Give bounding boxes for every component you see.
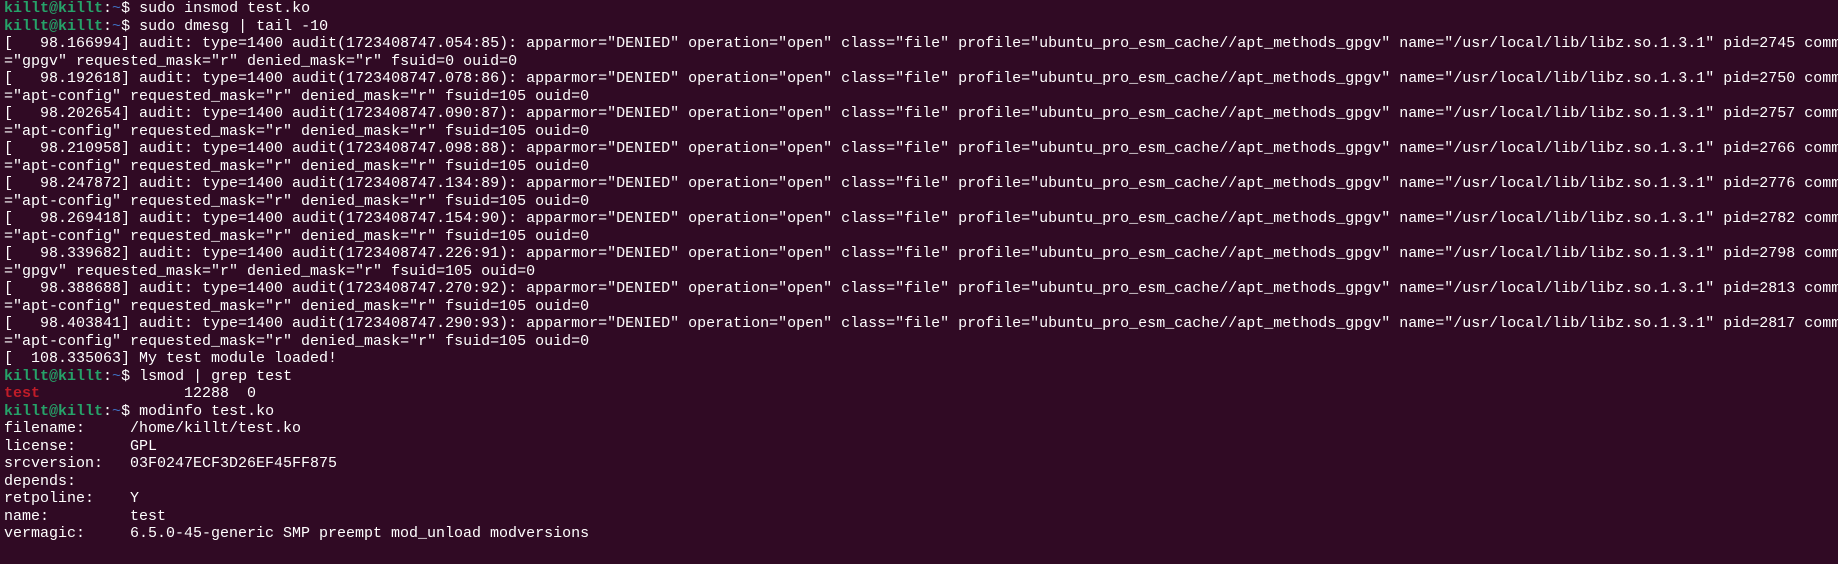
prompt-user-host: killt@killt (4, 367, 104, 385)
log-text: [ 98.166994] audit: type=1400 audit(1723… (4, 35, 1841, 52)
prompt-path: ~ (112, 367, 122, 385)
module-size-usage: 12288 0 (40, 385, 257, 402)
output-line: [ 98.166994] audit: type=1400 audit(1723… (4, 35, 1841, 53)
modinfo-field: name: test (4, 508, 1838, 526)
terminal-output[interactable]: killt@killt:~$ sudo insmod test.ko killt@… (4, 0, 1841, 543)
modinfo-field: filename: /home/killt/test.ko (4, 420, 1838, 438)
log-text: ="apt-config" requested_mask="r" denied_… (4, 297, 590, 315)
prompt-separator: : (103, 402, 113, 420)
prompt-separator: : (103, 367, 113, 385)
output-line: ="gpgv" requested_mask="r" denied_mask="… (4, 263, 1838, 281)
command-text: sudo dmesg | tail -10 (139, 17, 329, 35)
output-line: [ 98.403841] audit: type=1400 audit(1723… (4, 315, 1841, 333)
log-text: ="apt-config" requested_mask="r" denied_… (4, 227, 590, 245)
command-text: modinfo test.ko (139, 402, 275, 420)
log-text: [ 98.388688] audit: type=1400 audit(1723… (4, 280, 1841, 297)
field-key: vermagic: (4, 525, 86, 542)
output-line: [ 98.247872] audit: type=1400 audit(1723… (4, 175, 1841, 193)
field-key: name: (4, 507, 50, 525)
modinfo-field: depends: (4, 473, 1838, 491)
prompt-symbol: $ (121, 0, 140, 17)
window-edge (1838, 0, 1842, 564)
prompt-path: ~ (112, 17, 122, 35)
module-name: test (4, 385, 41, 402)
output-line: [ 98.202654] audit: type=1400 audit(1723… (4, 105, 1841, 123)
prompt-symbol: $ (121, 17, 140, 35)
log-text: ="apt-config" requested_mask="r" denied_… (4, 122, 590, 140)
field-key: retpoline: (4, 490, 95, 507)
field-value: 03F0247ECF3D26EF45FF875 (130, 455, 338, 472)
prompt-line: killt@killt:~$ lsmod | grep test (4, 368, 1838, 386)
output-line: [ 98.192618] audit: type=1400 audit(1723… (4, 70, 1841, 88)
modinfo-field: vermagic: 6.5.0-45-generic SMP preempt mo… (4, 525, 1838, 543)
output-line: ="apt-config" requested_mask="r" denied_… (4, 333, 1838, 351)
prompt-path: ~ (112, 402, 122, 420)
output-line: [ 98.388688] audit: type=1400 audit(1723… (4, 280, 1841, 298)
output-line: ="apt-config" requested_mask="r" denied_… (4, 88, 1838, 106)
field-value: GPL (130, 437, 158, 455)
output-line: ="gpgv" requested_mask="r" denied_mask="… (4, 53, 1838, 71)
command-text: sudo insmod test.ko (139, 0, 311, 17)
output-line: [ 98.269418] audit: type=1400 audit(1723… (4, 210, 1841, 228)
log-text: ="apt-config" requested_mask="r" denied_… (4, 87, 590, 105)
output-line: ="apt-config" requested_mask="r" denied_… (4, 193, 1838, 211)
prompt-separator: : (103, 17, 113, 35)
output-line: [ 98.339682] audit: type=1400 audit(1723… (4, 245, 1841, 263)
log-text: [ 98.339682] audit: type=1400 audit(1723… (4, 245, 1841, 262)
prompt-user-host: killt@killt (4, 402, 104, 420)
field-key: depends: (4, 472, 77, 490)
field-value: /home/killt/test.ko (130, 420, 302, 437)
prompt-symbol: $ (121, 367, 140, 385)
log-text: ="apt-config" requested_mask="r" denied_… (4, 157, 590, 175)
output-line: test 12288 0 (4, 385, 1838, 403)
command-text: lsmod | grep test (139, 367, 293, 385)
field-value: test (130, 507, 167, 525)
prompt-line: killt@killt:~$ modinfo test.ko (4, 403, 1838, 421)
prompt-user-host: killt@killt (4, 17, 104, 35)
modinfo-field: retpoline: Y (4, 490, 1838, 508)
field-key: srcversion: (4, 455, 104, 472)
prompt-line: killt@killt:~$ sudo insmod test.ko (4, 0, 1838, 18)
output-line: [ 108.335063] My test module loaded! (4, 350, 1838, 368)
field-key: filename: (4, 420, 86, 437)
log-text: [ 108.335063] My test module loaded! (4, 350, 338, 367)
output-line: ="apt-config" requested_mask="r" denied_… (4, 298, 1838, 316)
modinfo-field: license: GPL (4, 438, 1838, 456)
output-line: [ 98.210958] audit: type=1400 audit(1723… (4, 140, 1841, 158)
field-value: 6.5.0-45-generic SMP preempt mod_unload … (130, 525, 590, 542)
prompt-line: killt@killt:~$ sudo dmesg | tail -10 (4, 18, 1838, 36)
prompt-user-host: killt@killt (4, 0, 104, 17)
prompt-separator: : (103, 0, 113, 17)
output-line: ="apt-config" requested_mask="r" denied_… (4, 123, 1838, 141)
output-line: ="apt-config" requested_mask="r" denied_… (4, 228, 1838, 246)
log-text: ="gpgv" requested_mask="r" denied_mask="… (4, 52, 518, 70)
log-text: ="apt-config" requested_mask="r" denied_… (4, 332, 590, 350)
prompt-path: ~ (112, 0, 122, 17)
modinfo-field: srcversion: 03F0247ECF3D26EF45FF875 (4, 455, 1838, 473)
log-text: [ 98.192618] audit: type=1400 audit(1723… (4, 70, 1841, 87)
log-text: ="gpgv" requested_mask="r" denied_mask="… (4, 262, 536, 280)
output-line: ="apt-config" requested_mask="r" denied_… (4, 158, 1838, 176)
log-text: ="apt-config" requested_mask="r" denied_… (4, 192, 590, 210)
log-text: [ 98.403841] audit: type=1400 audit(1723… (4, 315, 1841, 332)
prompt-symbol: $ (121, 402, 140, 420)
log-text: [ 98.247872] audit: type=1400 audit(1723… (4, 175, 1841, 192)
field-key: license: (4, 437, 77, 455)
log-text: [ 98.269418] audit: type=1400 audit(1723… (4, 210, 1841, 227)
log-text: [ 98.210958] audit: type=1400 audit(1723… (4, 140, 1841, 157)
log-text: [ 98.202654] audit: type=1400 audit(1723… (4, 105, 1841, 122)
field-value: Y (130, 490, 140, 507)
